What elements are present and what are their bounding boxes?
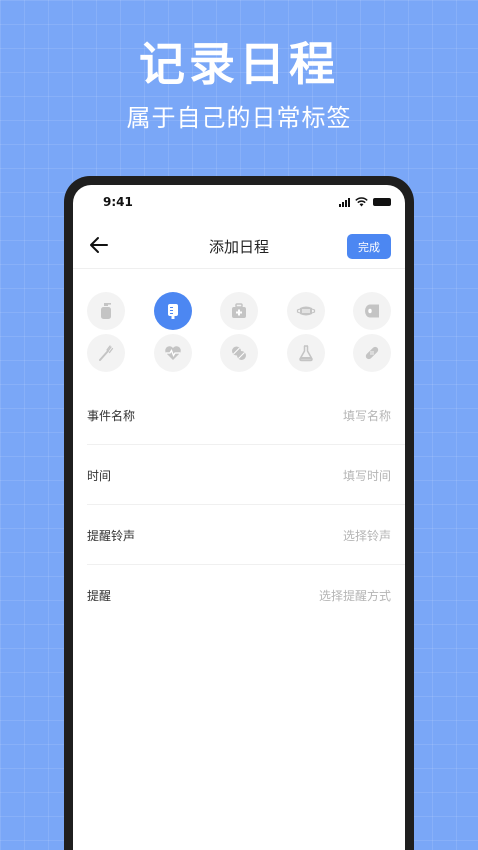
signal-icon <box>339 197 350 207</box>
heartbeat-icon[interactable] <box>153 334 192 372</box>
flask-icon[interactable] <box>286 334 325 372</box>
status-icons <box>339 197 391 207</box>
toothbrush-icon[interactable] <box>87 334 125 372</box>
first-aid-kit-icon[interactable] <box>220 292 258 330</box>
pills-icon[interactable] <box>220 334 258 372</box>
status-time: 9:41 <box>103 195 133 209</box>
event-name-label: 事件名称 <box>87 409 136 423</box>
promo-subtitle: 属于自己的日常标签 <box>126 104 352 132</box>
form-row-ringtone[interactable]: 提醒铃声 选择铃声 <box>87 505 405 565</box>
battery-icon <box>373 198 391 206</box>
time-label: 时间 <box>87 469 112 483</box>
nav-bar: 添加日程 完成 <box>73 221 405 269</box>
phone-screen: 9:41 添加日程 完成 事件名称 填写名称 时间 填写时间 提醒铃声 选择铃声… <box>73 185 405 850</box>
promo-headline: 记录日程 <box>139 37 339 91</box>
bandage-icon[interactable] <box>353 334 391 372</box>
ringtone-label: 提醒铃声 <box>87 529 136 543</box>
iv-bag-icon[interactable] <box>153 292 192 330</box>
face-mask-icon[interactable] <box>286 292 325 330</box>
form-row-event-name[interactable]: 事件名称 填写名称 <box>87 385 405 445</box>
time-field[interactable]: 填写时间 <box>343 467 391 484</box>
toilet-paper-icon[interactable] <box>353 292 391 330</box>
done-button[interactable]: 完成 <box>347 234 391 259</box>
reminder-label: 提醒 <box>87 589 112 603</box>
ringtone-select[interactable]: 选择铃声 <box>343 527 391 544</box>
phone-frame: 9:41 添加日程 完成 事件名称 填写名称 时间 填写时间 提醒铃声 选择铃声… <box>64 176 414 850</box>
event-name-field[interactable]: 填写名称 <box>343 407 391 424</box>
soap-bottle-icon[interactable] <box>87 292 125 330</box>
wifi-icon <box>355 197 368 207</box>
form-row-reminder[interactable]: 提醒 选择提醒方式 <box>87 565 405 625</box>
event-form: 事件名称 填写名称 时间 填写时间 提醒铃声 选择铃声 提醒 选择提醒方式 <box>73 385 405 625</box>
category-icon-grid <box>87 292 391 372</box>
form-row-time[interactable]: 时间 填写时间 <box>87 445 405 505</box>
status-bar: 9:41 <box>73 185 405 221</box>
reminder-method-select[interactable]: 选择提醒方式 <box>319 587 391 604</box>
